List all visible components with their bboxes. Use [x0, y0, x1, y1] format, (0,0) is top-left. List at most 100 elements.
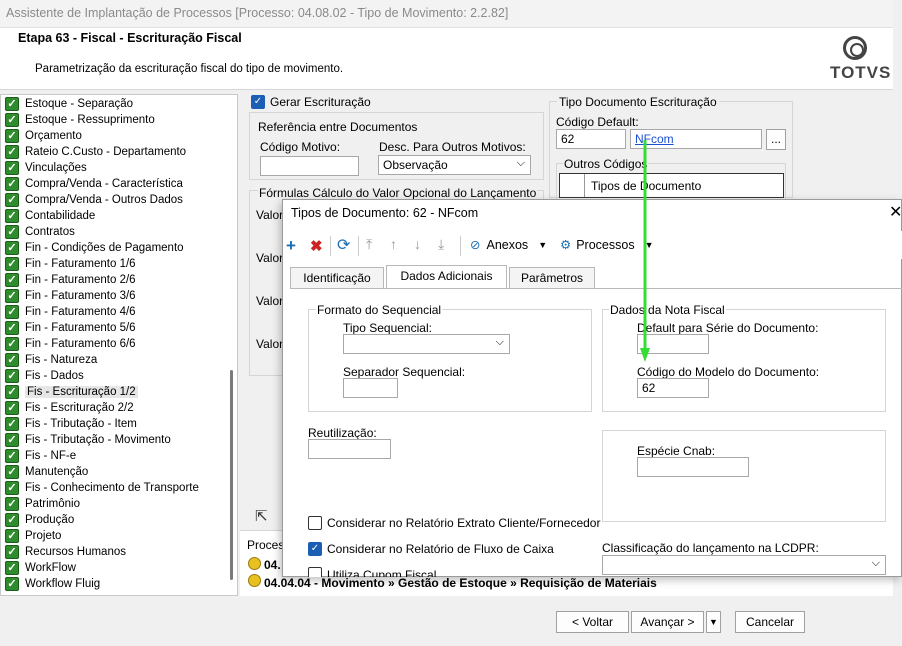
sidebar-item[interactable]: ✓ Fis - NF-e — [5, 448, 76, 464]
check-icon: ✓ — [5, 369, 19, 383]
mouse-cursor-icon: ⇱ — [255, 508, 268, 525]
refresh-icon[interactable]: ⟳ — [337, 235, 350, 255]
cupom-fiscal-checkbox-label: Utiliza Cupom Fiscal — [327, 568, 437, 577]
sidebar-item[interactable]: ✓ Fis - Escrituração 2/2 — [5, 400, 134, 416]
process-icon — [248, 574, 261, 587]
sidebar-item[interactable]: ✓ Fin - Faturamento 1/6 — [5, 256, 136, 272]
sidebar-item-label: Fis - NF-e — [25, 450, 77, 462]
close-icon[interactable]: ✕ — [889, 202, 902, 222]
sidebar-item-label: Manutenção — [25, 466, 89, 478]
sidebar-item[interactable]: ✓ Produção — [5, 512, 74, 528]
check-icon: ✓ — [5, 289, 19, 303]
cancelar-button[interactable]: Cancelar — [735, 611, 805, 633]
chevron-down-icon: ⌵ — [871, 557, 880, 569]
sidebar-item[interactable]: ✓ Estoque - Ressuprimento — [5, 112, 155, 128]
sidebar-item[interactable]: ✓ Projeto — [5, 528, 61, 544]
add-icon[interactable]: + — [286, 236, 296, 256]
sidebar-item[interactable]: ✓ Rateio C.Custo - Departamento — [5, 144, 186, 160]
desc-outros-select[interactable]: Observação ⌵ — [378, 155, 531, 175]
sidebar-item-label: Fis - Tributação - Movimento — [25, 434, 171, 446]
sidebar-item[interactable]: ✓ Manutenção — [5, 464, 88, 480]
formulas-group-title: Fórmulas Cálculo do Valor Opcional do La… — [258, 186, 538, 200]
tab-parametros[interactable]: Parâmetros — [509, 267, 595, 288]
sidebar-item[interactable]: ✓ Workflow Fluig — [5, 576, 100, 592]
process-row-2[interactable]: 04.04.04 - Movimento » Gestão de Estoque… — [264, 576, 657, 590]
sidebar-item-label: Workflow Fluig — [25, 578, 101, 590]
anexos-label: Anexos — [486, 237, 529, 252]
cupom-fiscal-checkbox[interactable]: Utiliza Cupom Fiscal — [308, 567, 436, 577]
sidebar-item[interactable]: ✓ Orçamento — [5, 128, 82, 144]
sidebar-item[interactable]: ✓ Fin - Faturamento 5/6 — [5, 320, 136, 336]
dados-nota-fiscal-title: Dados da Nota Fiscal — [609, 303, 726, 317]
window-titlebar: Assistente de Implantação de Processos [… — [0, 0, 893, 28]
anexos-menu[interactable]: ⊘ Anexos ▼ — [470, 237, 547, 253]
nfcom-link[interactable]: NFcom — [635, 132, 674, 146]
lookup-button[interactable]: ... — [766, 129, 786, 150]
sidebar-item-label: Fin - Faturamento 3/6 — [25, 290, 136, 302]
sidebar-item[interactable]: ✓ Fin - Faturamento 4/6 — [5, 304, 136, 320]
avancar-button[interactable]: Avançar > — [631, 611, 704, 633]
process-row-1[interactable]: 04. — [264, 558, 281, 572]
tab-identificacao[interactable]: Identificação — [290, 267, 384, 288]
sidebar-item[interactable]: ✓ WorkFlow — [5, 560, 76, 576]
tipo-sequencial-select[interactable]: ⌵ — [343, 334, 510, 354]
sidebar-item[interactable]: ✓ Fis - Natureza — [5, 352, 97, 368]
voltar-button[interactable]: < Voltar — [556, 611, 629, 633]
codigo-motivo-input[interactable] — [260, 156, 359, 176]
next-record-icon[interactable]: ↓ — [414, 236, 421, 252]
sidebar-item-label: Fis - Dados — [25, 370, 84, 382]
first-record-icon[interactable]: ⤒ — [366, 236, 372, 253]
delete-icon[interactable]: ✖ — [310, 237, 323, 255]
separador-sequencial-input[interactable] — [343, 378, 398, 398]
outros-codigos-grid[interactable]: Tipos de Documento — [559, 173, 784, 198]
sidebar-item[interactable]: ✓ Fis - Tributação - Movimento — [5, 432, 171, 448]
sidebar-item[interactable]: ✓ Fin - Faturamento 2/6 — [5, 272, 136, 288]
codigo-default-lookup[interactable]: NFcom — [630, 129, 762, 149]
avancar-dropdown-icon[interactable]: ▼ — [706, 611, 721, 633]
sidebar-item[interactable]: ✓ Fis - Escrituração 1/2 — [5, 384, 138, 400]
extrato-checkbox-label: Considerar no Relatório Extrato Cliente/… — [327, 516, 601, 530]
sidebar-item[interactable]: ✓ Recursos Humanos — [5, 544, 126, 560]
especie-cnab-input[interactable] — [637, 457, 749, 477]
sidebar-item[interactable]: ✓ Estoque - Separação — [5, 96, 133, 112]
sidebar-item-label: Rateio C.Custo - Departamento — [25, 146, 187, 158]
last-record-icon[interactable]: ⤓ — [438, 236, 444, 253]
sidebar-item[interactable]: ✓ Fin - Condições de Pagamento — [5, 240, 184, 256]
reutilizacao-input[interactable] — [308, 439, 391, 459]
sidebar-item[interactable]: ✓ Fin - Faturamento 3/6 — [5, 288, 136, 304]
check-icon: ✓ — [5, 193, 19, 207]
sidebar-item-label: WorkFlow — [25, 562, 76, 574]
sidebar-item[interactable]: ✓ Fis - Dados — [5, 368, 84, 384]
check-icon: ✓ — [5, 305, 19, 319]
default-serie-input[interactable] — [637, 334, 709, 354]
sidebar-item[interactable]: ✓ Fis - Conhecimento de Transporte — [5, 480, 199, 496]
previous-record-icon[interactable]: ↑ — [390, 236, 397, 252]
sidebar-item[interactable]: ✓ Compra/Venda - Característica — [5, 176, 183, 192]
classificacao-select[interactable]: ⌵ — [602, 555, 886, 575]
steps-tree[interactable]: ✓ Estoque - Separação ✓ Estoque - Ressuprim… — [0, 94, 238, 596]
fluxo-caixa-checkbox[interactable]: ✓ Considerar no Relatório de Fluxo de Ca… — [308, 542, 554, 556]
sidebar-item[interactable]: ✓ Fis - Tributação - Item — [5, 416, 137, 432]
sidebar-item[interactable]: ✓ Contratos — [5, 224, 75, 240]
tree-scrollbar[interactable] — [230, 370, 233, 580]
check-icon: ✓ — [5, 561, 19, 575]
tipo-sequencial-label: Tipo Sequencial: — [343, 321, 432, 335]
sidebar-item-label: Patrimônio — [25, 498, 80, 510]
sidebar-item[interactable]: ✓ Patrimônio — [5, 496, 80, 512]
sidebar-item-label: Fis - Conhecimento de Transporte — [25, 482, 199, 494]
extrato-checkbox[interactable]: Considerar no Relatório Extrato Cliente/… — [308, 516, 600, 530]
check-icon: ✓ — [5, 497, 19, 511]
sidebar-item[interactable]: ✓ Vinculações — [5, 160, 87, 176]
codigo-modelo-input[interactable]: 62 — [637, 378, 709, 398]
sidebar-item[interactable]: ✓ Contabilidade — [5, 208, 95, 224]
tab-dados-adicionais[interactable]: Dados Adicionais — [386, 265, 507, 288]
sidebar-item-label: Recursos Humanos — [25, 546, 126, 558]
totvs-logo-icon — [843, 36, 867, 60]
check-icon: ✓ — [5, 577, 19, 591]
gerar-escrituracao-checkbox[interactable]: ✓ Gerar Escrituração — [251, 95, 371, 109]
processos-menu[interactable]: ⚙ Processos ▼ — [560, 237, 654, 253]
sidebar-item[interactable]: ✓ Compra/Venda - Outros Dados — [5, 192, 183, 208]
totvs-logo-text: TOTVS — [830, 63, 892, 82]
codigo-default-input[interactable]: 62 — [556, 129, 626, 149]
sidebar-item[interactable]: ✓ Fin - Faturamento 6/6 — [5, 336, 136, 352]
